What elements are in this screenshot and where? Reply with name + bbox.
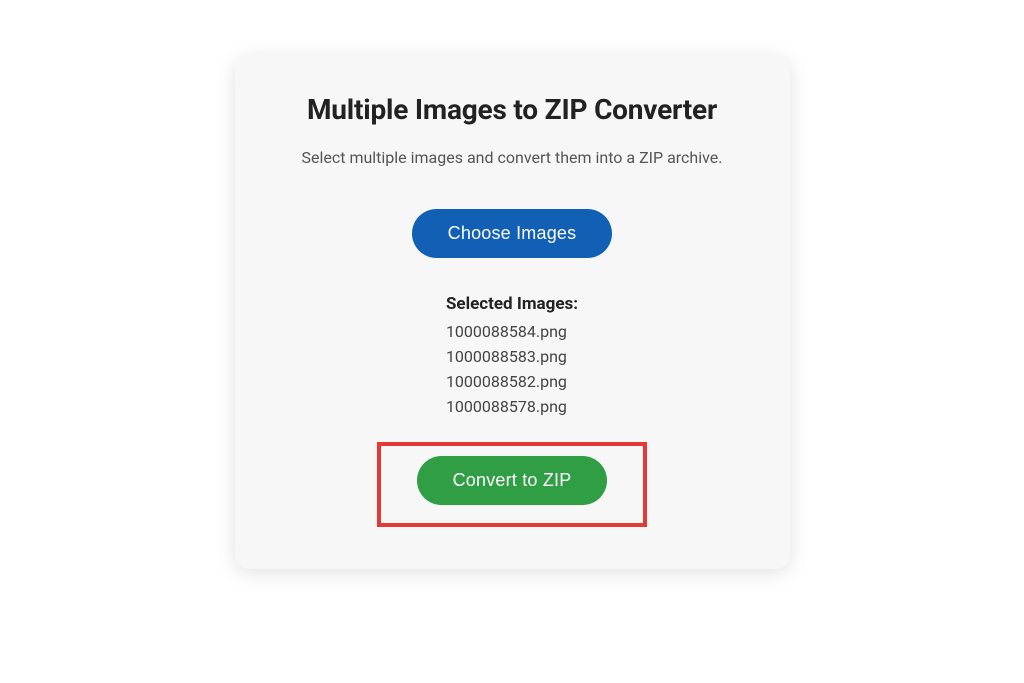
selected-images-label: Selected Images: bbox=[446, 294, 578, 314]
file-list: 1000088584.png 1000088583.png 1000088582… bbox=[446, 322, 567, 416]
convert-to-zip-button[interactable]: Convert to ZIP bbox=[417, 456, 608, 505]
selected-images-section: Selected Images: 1000088584.png 10000885… bbox=[446, 294, 578, 416]
list-item: 1000088583.png bbox=[446, 347, 567, 366]
page-subtitle: Select multiple images and convert them … bbox=[302, 148, 723, 167]
list-item: 1000088584.png bbox=[446, 322, 567, 341]
page-title: Multiple Images to ZIP Converter bbox=[307, 93, 717, 126]
list-item: 1000088582.png bbox=[446, 372, 567, 391]
converter-card: Multiple Images to ZIP Converter Select … bbox=[235, 55, 790, 569]
list-item: 1000088578.png bbox=[446, 397, 567, 416]
choose-images-button[interactable]: Choose Images bbox=[412, 209, 613, 258]
highlight-annotation: Convert to ZIP bbox=[377, 442, 648, 527]
